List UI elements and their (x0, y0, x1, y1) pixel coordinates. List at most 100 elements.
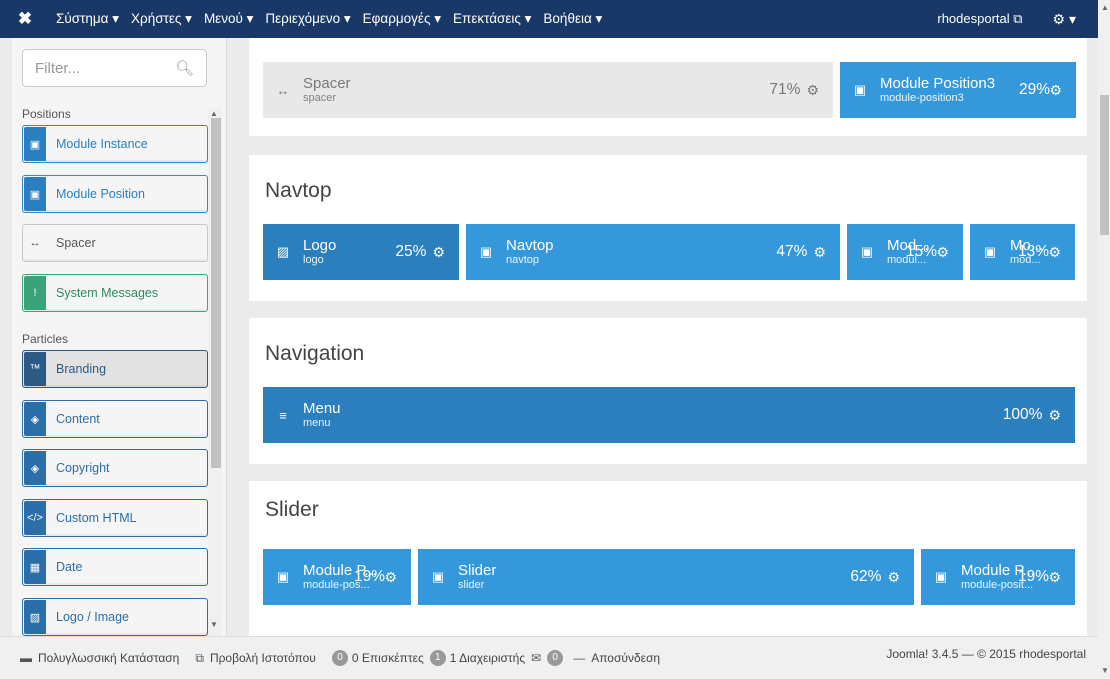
menu-users[interactable]: Χρήστες ▾ (125, 0, 198, 38)
view-site-link[interactable]: ⧉ Προβολή Ιστοτόπου (195, 651, 316, 666)
logout-label: Αποσύνδεση (591, 651, 661, 665)
site-link[interactable]: rhodesportal ⧉ (937, 11, 1052, 27)
module-position-icon: ▣ (431, 569, 445, 584)
joomla-logo-icon[interactable]: ✖ (0, 0, 50, 38)
gear-icon[interactable]: ⚙ (384, 569, 411, 586)
multilang-status[interactable]: ▬ Πολυγλωσσική Κατάσταση (20, 651, 179, 665)
menu-components[interactable]: Εφαρμογές ▾ (357, 0, 447, 38)
top-navbar: ✖ Σύστημα ▾ Χρήστες ▾ Μενού ▾ Περιεχόμεν… (0, 0, 1098, 38)
particle-copyright[interactable]: ◈ Copyright (22, 449, 208, 487)
block-name: Logo (303, 237, 337, 254)
spacer-icon: ↔ (29, 237, 41, 249)
comment-icon: ▬ (20, 651, 32, 665)
gear-icon[interactable]: ⚙ (936, 244, 963, 261)
block-logo[interactable]: ▨ Logo logo 25% ⚙ (263, 224, 459, 280)
block-percent: 62% (850, 568, 882, 585)
block-key: slider (458, 578, 485, 591)
particle-custom-html[interactable]: </> Custom HTML (22, 499, 208, 537)
gear-icon[interactable]: ⚙ (1048, 244, 1075, 261)
block-module-4[interactable]: ▣ Mo... mod... 13% ⚙ (970, 224, 1075, 280)
minus-icon: — (573, 651, 586, 665)
block-percent: 47% (776, 243, 808, 260)
position-spacer[interactable]: ↔ Spacer (22, 224, 208, 262)
block-module-position3[interactable]: ▣ Module Position3 module-position3 29% ⚙ (840, 62, 1076, 118)
hamburger-icon: ≡ (279, 407, 287, 423)
view-site-label: Προβολή Ιστοτόπου (209, 651, 316, 665)
menu-content[interactable]: Περιεχόμενο ▾ (259, 0, 356, 38)
top-section: ↔ Spacer spacer 71% ⚙ ▣ Module Position3 m… (249, 38, 1087, 136)
menu-menus[interactable]: Μενού ▾ (198, 0, 259, 38)
sidebar-scroll-down-icon[interactable]: ▼ (210, 620, 218, 629)
logout-link[interactable]: — Αποσύνδεση (573, 651, 660, 665)
position-label: Module Instance (56, 137, 148, 151)
code-icon: </> (24, 501, 46, 535)
envelope-icon: ✉ (531, 651, 542, 665)
particle-label: Copyright (56, 461, 110, 475)
block-percent: 100% (1002, 406, 1043, 423)
filter-input[interactable]: Filter... 🔍︎ (22, 49, 207, 87)
page-scroll-thumb[interactable] (1100, 95, 1109, 235)
gear-icon[interactable]: ⚙ (432, 244, 459, 261)
gear-icon[interactable]: ⚙ (1048, 569, 1075, 586)
position-system-messages[interactable]: ! System Messages (22, 274, 208, 312)
admins-label: 1 Διαχειριστής (449, 651, 526, 665)
gear-icon[interactable]: ⚙ (813, 244, 840, 261)
particle-branding[interactable]: ™ Branding (22, 350, 208, 388)
visitors-label: 0 Επισκέπτες (351, 651, 424, 665)
particle-logo-image[interactable]: ▨ Logo / Image (22, 598, 208, 636)
alert-icon: ! (24, 276, 46, 310)
sidebar-scroll-thumb[interactable] (211, 118, 221, 468)
position-label: Module Position (56, 187, 145, 201)
menu-system[interactable]: Σύστημα ▾ (50, 0, 125, 38)
trademark-icon: ™ (24, 352, 46, 386)
menu-extensions[interactable]: Επεκτάσεις ▾ (447, 0, 537, 38)
page-scroll-down-icon[interactable]: ▼ (1101, 666, 1109, 675)
search-icon: 🔍︎ (174, 60, 194, 77)
module-position-icon: ▣ (479, 244, 493, 259)
gear-icon[interactable]: ⚙ (887, 569, 914, 586)
section-slider: Slider ▣ Module P... module-pos... 19% ⚙ … (249, 481, 1087, 636)
block-percent: 71% (769, 81, 801, 98)
messages-status[interactable]: ✉ 0 (531, 650, 567, 666)
visitors-status: 0 0 Επισκέπτες (331, 650, 424, 666)
section-title: Navigation (265, 342, 365, 365)
block-module-pos-right[interactable]: ▣ Module P... module-posit... 19% ⚙ (921, 549, 1075, 605)
cube-icon: ◈ (24, 402, 46, 436)
position-module-instance[interactable]: ▣ Module Instance (22, 125, 208, 163)
particle-date[interactable]: ▦ Date (22, 548, 208, 586)
multilang-label: Πολυγλωσσική Κατάσταση (38, 651, 180, 665)
block-name: Spacer (303, 75, 351, 92)
menu-help[interactable]: Βοήθεια ▾ (537, 0, 608, 38)
block-menu[interactable]: ≡ Menu menu 100% ⚙ (263, 387, 1075, 443)
block-spacer[interactable]: ↔ Spacer spacer 71% ⚙ (263, 62, 833, 118)
admins-status: 1 1 Διαχειριστής (429, 650, 526, 666)
block-name: Slider (458, 562, 497, 579)
block-navtop[interactable]: ▣ Navtop navtop 47% ⚙ (466, 224, 840, 280)
module-position-icon: ▣ (853, 82, 867, 97)
gear-icon[interactable]: ⚙ (806, 82, 833, 99)
settings-gear-icon[interactable]: ⚙ ▾ (1053, 11, 1098, 28)
page-scroll-up-icon[interactable]: ▲ (1101, 3, 1109, 12)
particle-label: Date (56, 560, 83, 574)
layout-canvas: ↔ Spacer spacer 71% ⚙ ▣ Module Position3 m… (237, 38, 1087, 636)
messages-badge: 0 (547, 650, 564, 666)
gear-icon[interactable]: ⚙ (1048, 407, 1075, 424)
gear-icon[interactable]: ⚙ (1049, 82, 1076, 99)
module-position-icon: ▣ (860, 244, 874, 259)
block-name: Navtop (506, 237, 554, 254)
block-module-pos-left[interactable]: ▣ Module P... module-pos... 19% ⚙ (263, 549, 411, 605)
sidebar-scroll-up-icon[interactable]: ▲ (210, 109, 218, 118)
block-key: navtop (506, 253, 540, 266)
particle-content[interactable]: ◈ Content (22, 400, 208, 438)
position-module-position[interactable]: ▣ Module Position (22, 175, 208, 213)
block-module-3[interactable]: ▣ Mod... modul... 15% ⚙ (847, 224, 963, 280)
section-title: Slider (265, 498, 319, 521)
sidebar: Filter... 🔍︎ Positions ▣ Module Instance… (12, 38, 227, 636)
external-link-icon: ⧉ (195, 650, 204, 665)
block-slider[interactable]: ▣ Slider slider 62% ⚙ (418, 549, 914, 605)
visitors-badge: 0 (331, 650, 348, 666)
calendar-icon: ▦ (24, 550, 46, 584)
version-text: Joomla! 3.4.5 — © 2015 rhodesportal (886, 647, 1086, 661)
particle-label: Custom HTML (56, 511, 137, 525)
cube-icon: ◈ (24, 451, 46, 485)
